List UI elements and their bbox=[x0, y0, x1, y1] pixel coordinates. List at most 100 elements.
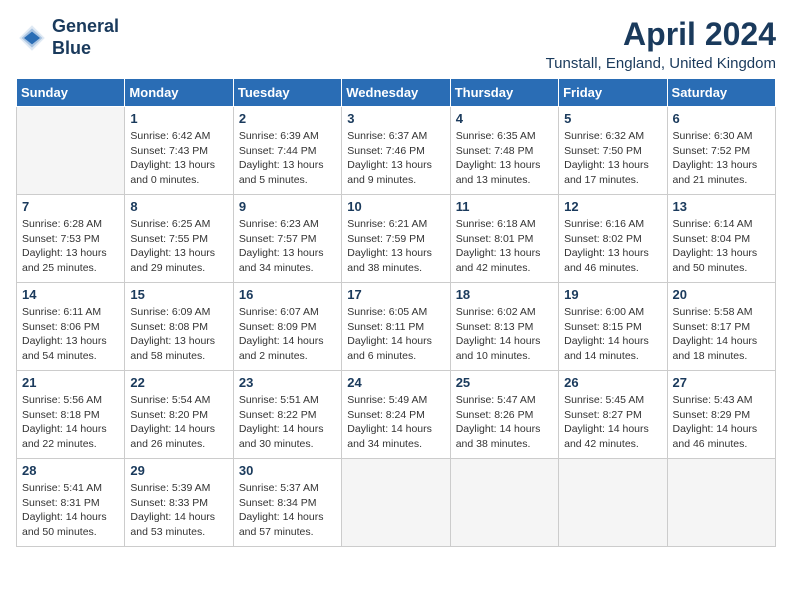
day-number: 27 bbox=[673, 375, 770, 390]
day-number: 29 bbox=[130, 463, 227, 478]
calendar-cell bbox=[559, 459, 667, 547]
day-number: 3 bbox=[347, 111, 444, 126]
day-number: 8 bbox=[130, 199, 227, 214]
day-info: Sunrise: 6:00 AMSunset: 8:15 PMDaylight:… bbox=[564, 305, 661, 364]
day-info: Sunrise: 5:47 AMSunset: 8:26 PMDaylight:… bbox=[456, 393, 553, 452]
day-number: 28 bbox=[22, 463, 119, 478]
day-number: 15 bbox=[130, 287, 227, 302]
calendar-cell: 6 Sunrise: 6:30 AMSunset: 7:52 PMDaylight… bbox=[667, 107, 775, 195]
calendar-cell: 23Sunrise: 5:51 AMSunset: 8:22 PMDayligh… bbox=[233, 371, 341, 459]
day-info: Sunrise: 6:25 AMSunset: 7:55 PMDaylight:… bbox=[130, 217, 227, 276]
day-info: Sunrise: 5:45 AMSunset: 8:27 PMDaylight:… bbox=[564, 393, 661, 452]
day-info: Sunrise: 6:35 AMSunset: 7:48 PMDaylight:… bbox=[456, 129, 553, 188]
calendar-cell: 9Sunrise: 6:23 AMSunset: 7:57 PMDaylight… bbox=[233, 195, 341, 283]
day-number: 26 bbox=[564, 375, 661, 390]
calendar-cell: 26 Sunrise: 5:45 AMSunset: 8:27 PMDayligh… bbox=[559, 371, 667, 459]
day-info: Sunrise: 5:58 AMSunset: 8:17 PMDaylight:… bbox=[673, 305, 770, 364]
day-info: Sunrise: 6:05 AMSunset: 8:11 PMDaylight:… bbox=[347, 305, 444, 364]
calendar-cell: 21 Sunrise: 5:56 AMSunset: 8:18 PMDayligh… bbox=[17, 371, 125, 459]
calendar-cell: 18 Sunrise: 6:02 AMSunset: 8:13 PMDayligh… bbox=[450, 283, 558, 371]
day-info: Sunrise: 5:49 AMSunset: 8:24 PMDaylight:… bbox=[347, 393, 444, 452]
day-info: Sunrise: 5:56 AMSunset: 8:18 PMDaylight:… bbox=[22, 393, 119, 452]
day-info: Sunrise: 6:02 AMSunset: 8:13 PMDaylight:… bbox=[456, 305, 553, 364]
calendar-cell: 24 Sunrise: 5:49 AMSunset: 8:24 PMDayligh… bbox=[342, 371, 450, 459]
logo: General Blue bbox=[16, 16, 119, 59]
day-info: Sunrise: 6:37 AMSunset: 7:46 PMDaylight:… bbox=[347, 129, 444, 188]
day-number: 13 bbox=[673, 199, 770, 214]
calendar-cell: 29 Sunrise: 5:39 AMSunset: 8:33 PMDayligh… bbox=[125, 459, 233, 547]
calendar-cell bbox=[342, 459, 450, 547]
calendar-cell: 30 Sunrise: 5:37 AMSunset: 8:34 PMDayligh… bbox=[233, 459, 341, 547]
day-info: Sunrise: 6:09 AMSunset: 8:08 PMDaylight:… bbox=[130, 305, 227, 364]
col-header-tuesday: Tuesday bbox=[233, 79, 341, 107]
calendar-cell: 10 Sunrise: 6:21 AMSunset: 7:59 PMDayligh… bbox=[342, 195, 450, 283]
day-number: 25 bbox=[456, 375, 553, 390]
day-info: Sunrise: 5:41 AMSunset: 8:31 PMDaylight:… bbox=[22, 481, 119, 540]
day-number: 1 bbox=[130, 111, 227, 126]
col-header-saturday: Saturday bbox=[667, 79, 775, 107]
page-header: General Blue April 2024 Tunstall, Englan… bbox=[16, 16, 776, 72]
calendar-cell: 7 Sunrise: 6:28 AMSunset: 7:53 PMDaylight… bbox=[17, 195, 125, 283]
day-number: 24 bbox=[347, 375, 444, 390]
calendar-cell: 5Sunrise: 6:32 AMSunset: 7:50 PMDaylight… bbox=[559, 107, 667, 195]
day-number: 4 bbox=[456, 111, 553, 126]
calendar-cell: 27 Sunrise: 5:43 AMSunset: 8:29 PMDayligh… bbox=[667, 371, 775, 459]
day-number: 9 bbox=[239, 199, 336, 214]
title-area: April 2024 Tunstall, England, United Kin… bbox=[546, 16, 776, 72]
day-info: Sunrise: 6:14 AMSunset: 8:04 PMDaylight:… bbox=[673, 217, 770, 276]
day-info: Sunrise: 6:39 AMSunset: 7:44 PMDaylight:… bbox=[239, 129, 336, 188]
calendar-cell: 22Sunrise: 5:54 AMSunset: 8:20 PMDayligh… bbox=[125, 371, 233, 459]
day-info: Sunrise: 6:11 AMSunset: 8:06 PMDaylight:… bbox=[22, 305, 119, 364]
day-number: 23 bbox=[239, 375, 336, 390]
calendar-week-row: 28 Sunrise: 5:41 AMSunset: 8:31 PMDayligh… bbox=[17, 459, 776, 547]
day-info: Sunrise: 5:37 AMSunset: 8:34 PMDaylight:… bbox=[239, 481, 336, 540]
calendar-cell bbox=[17, 107, 125, 195]
day-number: 6 bbox=[673, 111, 770, 126]
logo-text-line1: General bbox=[52, 16, 119, 38]
calendar-cell bbox=[450, 459, 558, 547]
day-number: 21 bbox=[22, 375, 119, 390]
calendar-cell: 16 Sunrise: 6:07 AMSunset: 8:09 PMDayligh… bbox=[233, 283, 341, 371]
col-header-friday: Friday bbox=[559, 79, 667, 107]
calendar-header-row: SundayMondayTuesdayWednesdayThursdayFrid… bbox=[17, 79, 776, 107]
col-header-monday: Monday bbox=[125, 79, 233, 107]
calendar-cell: 13 Sunrise: 6:14 AMSunset: 8:04 PMDayligh… bbox=[667, 195, 775, 283]
day-number: 12 bbox=[564, 199, 661, 214]
day-info: Sunrise: 6:07 AMSunset: 8:09 PMDaylight:… bbox=[239, 305, 336, 364]
day-number: 17 bbox=[347, 287, 444, 302]
day-number: 7 bbox=[22, 199, 119, 214]
logo-text-line2: Blue bbox=[52, 38, 119, 60]
day-number: 18 bbox=[456, 287, 553, 302]
day-info: Sunrise: 5:39 AMSunset: 8:33 PMDaylight:… bbox=[130, 481, 227, 540]
day-number: 19 bbox=[564, 287, 661, 302]
calendar-table: SundayMondayTuesdayWednesdayThursdayFrid… bbox=[16, 78, 776, 547]
col-header-thursday: Thursday bbox=[450, 79, 558, 107]
day-number: 10 bbox=[347, 199, 444, 214]
day-info: Sunrise: 6:28 AMSunset: 7:53 PMDaylight:… bbox=[22, 217, 119, 276]
day-info: Sunrise: 5:43 AMSunset: 8:29 PMDaylight:… bbox=[673, 393, 770, 452]
calendar-week-row: 14Sunrise: 6:11 AMSunset: 8:06 PMDayligh… bbox=[17, 283, 776, 371]
logo-icon bbox=[16, 22, 48, 54]
calendar-cell: 20 Sunrise: 5:58 AMSunset: 8:17 PMDayligh… bbox=[667, 283, 775, 371]
day-info: Sunrise: 6:21 AMSunset: 7:59 PMDaylight:… bbox=[347, 217, 444, 276]
day-number: 16 bbox=[239, 287, 336, 302]
calendar-cell: 28 Sunrise: 5:41 AMSunset: 8:31 PMDayligh… bbox=[17, 459, 125, 547]
day-number: 20 bbox=[673, 287, 770, 302]
day-info: Sunrise: 6:18 AMSunset: 8:01 PMDaylight:… bbox=[456, 217, 553, 276]
day-info: Sunrise: 6:16 AMSunset: 8:02 PMDaylight:… bbox=[564, 217, 661, 276]
calendar-cell: 17 Sunrise: 6:05 AMSunset: 8:11 PMDayligh… bbox=[342, 283, 450, 371]
col-header-wednesday: Wednesday bbox=[342, 79, 450, 107]
calendar-cell: 11Sunrise: 6:18 AMSunset: 8:01 PMDayligh… bbox=[450, 195, 558, 283]
month-title: April 2024 bbox=[546, 16, 776, 53]
day-info: Sunrise: 6:30 AMSunset: 7:52 PMDaylight:… bbox=[673, 129, 770, 188]
calendar-cell: 15 Sunrise: 6:09 AMSunset: 8:08 PMDayligh… bbox=[125, 283, 233, 371]
day-number: 30 bbox=[239, 463, 336, 478]
calendar-week-row: 7 Sunrise: 6:28 AMSunset: 7:53 PMDaylight… bbox=[17, 195, 776, 283]
col-header-sunday: Sunday bbox=[17, 79, 125, 107]
calendar-cell: 14Sunrise: 6:11 AMSunset: 8:06 PMDayligh… bbox=[17, 283, 125, 371]
calendar-cell: 19 Sunrise: 6:00 AMSunset: 8:15 PMDayligh… bbox=[559, 283, 667, 371]
day-number: 2 bbox=[239, 111, 336, 126]
calendar-cell bbox=[667, 459, 775, 547]
calendar-cell: 25 Sunrise: 5:47 AMSunset: 8:26 PMDayligh… bbox=[450, 371, 558, 459]
location-title: Tunstall, England, United Kingdom bbox=[546, 55, 776, 72]
